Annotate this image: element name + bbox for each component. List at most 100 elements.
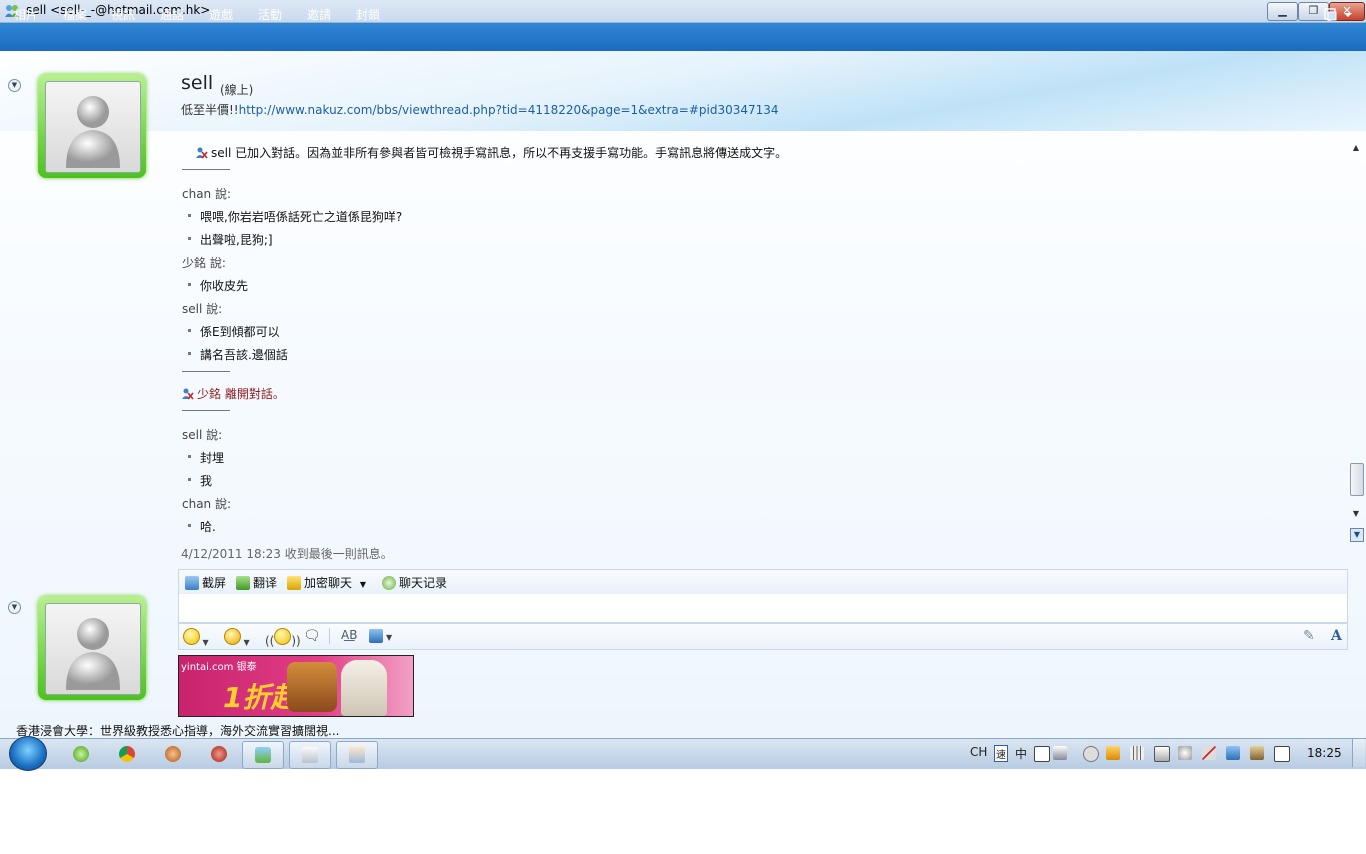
app-red-icon bbox=[211, 746, 227, 762]
taskbar-app-green[interactable] bbox=[61, 741, 101, 767]
menu-invite[interactable]: 邀請 bbox=[307, 6, 331, 23]
scroll-thumb[interactable] bbox=[1350, 463, 1364, 496]
wink-button[interactable]: ▼ bbox=[224, 628, 250, 649]
join-notice-text: sell 已加入對話。因為並非所有參與者皆可檢視手寫訊息，所以不再支援手寫功能。… bbox=[211, 146, 788, 160]
leave-notice: 少銘 離開對話。 bbox=[182, 385, 285, 402]
emoticon-button[interactable]: ▼ bbox=[183, 628, 209, 649]
speaker-label: sell 說: bbox=[182, 428, 223, 442]
format-toolbar: ▼ ▼ (()) 🗨 A͟B ▼ ✎ A bbox=[178, 623, 1348, 650]
chat-message: 哈. bbox=[200, 520, 216, 534]
background-button[interactable]: ▼ bbox=[369, 628, 392, 644]
menu-block[interactable]: 封鎖 bbox=[356, 6, 380, 23]
speaker-label: sell 說: bbox=[182, 302, 223, 316]
tray-security-icon[interactable] bbox=[1106, 746, 1120, 760]
menu-call[interactable]: 通話 bbox=[160, 6, 184, 23]
taskbar-window-2[interactable] bbox=[336, 741, 378, 769]
collapse-my-pic-button[interactable]: ▼ bbox=[8, 601, 21, 614]
last-message-timestamp: 4/12/2011 18:23 收到最後一則訊息。 bbox=[181, 547, 393, 561]
translate-icon bbox=[236, 576, 250, 590]
conversation-history[interactable]: sell 已加入對話。因為並非所有參與者皆可檢視手寫訊息，所以不再支援手寫功能。… bbox=[176, 140, 1348, 540]
device-icon[interactable] bbox=[1154, 746, 1170, 762]
network-signal-icon[interactable] bbox=[1130, 746, 1144, 760]
voice-clip-button[interactable]: 🗨 bbox=[303, 628, 321, 644]
app-green-icon bbox=[73, 746, 89, 762]
default-user-icon bbox=[66, 618, 120, 690]
emoticon-icon bbox=[183, 628, 200, 645]
tray-face-icon[interactable] bbox=[1083, 746, 1099, 762]
leave-notice-text: 離開對話。 bbox=[224, 387, 285, 401]
taskbar-clock[interactable]: 18:25 bbox=[1307, 746, 1342, 760]
nudge-button[interactable]: (()) bbox=[265, 628, 301, 648]
menu-games[interactable]: 遊戲 bbox=[209, 6, 233, 23]
screenshot-button[interactable]: 截屏 bbox=[185, 574, 226, 591]
network-error-icon[interactable] bbox=[1202, 746, 1216, 760]
menu-files[interactable]: 檔案 bbox=[63, 6, 87, 23]
my-avatar[interactable] bbox=[38, 596, 146, 700]
chat-message: 出聲啦,昆狗;] bbox=[200, 233, 273, 247]
message-toolbar: 截屏 翻译 加密聊天 ▼ 聊天记录 bbox=[178, 569, 1348, 595]
menu-video[interactable]: 視訊 bbox=[111, 6, 135, 23]
leave-notice-name: 少銘 bbox=[197, 387, 222, 401]
join-notice: sell 已加入對話。因為並非所有參與者皆可檢視手寫訊息，所以不再支援手寫功能。… bbox=[196, 144, 787, 161]
translate-button[interactable]: 翻译 bbox=[236, 574, 277, 591]
taskbar-messenger[interactable] bbox=[242, 741, 284, 769]
minimize-button[interactable]: ▁ bbox=[1267, 2, 1298, 21]
taskbar-app-red[interactable] bbox=[199, 741, 239, 767]
ime-speed-indicator[interactable]: 速 bbox=[994, 745, 1008, 762]
contact-status: (線上) bbox=[220, 83, 254, 97]
news-ticker-link[interactable]: 香港浸會大學：世界級教授悉心指導，海外交流實習擴闊視... bbox=[16, 722, 339, 739]
menu-activities[interactable]: 活動 bbox=[258, 6, 282, 23]
messenger-icon bbox=[255, 747, 271, 763]
chat-history-label: 聊天记录 bbox=[399, 576, 448, 590]
language-indicator[interactable]: CH bbox=[970, 745, 987, 759]
contact-avatar[interactable] bbox=[38, 74, 146, 178]
chrome-icon bbox=[119, 746, 135, 762]
menu-photos[interactable]: 相片 bbox=[14, 6, 38, 23]
chat-message: 封埋 bbox=[200, 451, 225, 465]
action-center-icon[interactable] bbox=[1274, 746, 1290, 762]
handwriting-button[interactable]: ✎ bbox=[1303, 628, 1315, 644]
window-icon bbox=[302, 747, 318, 763]
contact-name: sell bbox=[181, 72, 214, 94]
chat-message: 喂喂,你岩岩唔係話死亡之道係昆狗咩? bbox=[200, 210, 403, 224]
taskbar-window[interactable] bbox=[289, 741, 331, 769]
user-join-icon bbox=[196, 147, 208, 159]
chat-history-button[interactable]: 聊天记录 bbox=[382, 574, 447, 591]
translate-label: 翻译 bbox=[253, 576, 278, 590]
contact-personal-message: 低至半價!!http://www.nakuz.com/bbs/viewthrea… bbox=[181, 101, 779, 118]
font-button[interactable]: A bbox=[1331, 628, 1342, 644]
wink-icon bbox=[224, 628, 241, 645]
encrypt-chat-button[interactable]: 加密聊天 ▼ bbox=[287, 574, 366, 591]
message-bullet bbox=[188, 524, 191, 527]
scroll-down-arrow-icon[interactable]: ▼ bbox=[1349, 509, 1363, 521]
font-icon: A bbox=[1331, 628, 1342, 644]
options-menu-icon[interactable] bbox=[1322, 5, 1356, 23]
chat-message: 我 bbox=[200, 474, 213, 488]
show-desktop-button[interactable] bbox=[1352, 739, 1365, 767]
speaker-label: chan 說: bbox=[182, 497, 232, 511]
volume-icon[interactable] bbox=[1178, 746, 1192, 760]
divider bbox=[182, 371, 230, 372]
scroll-to-end-icon[interactable]: ▼ bbox=[1350, 528, 1364, 542]
screenshot-icon bbox=[185, 576, 199, 590]
message-bullet bbox=[188, 237, 191, 240]
ime-fullwidth-icon[interactable] bbox=[1034, 746, 1050, 762]
chat-message: 你收皮先 bbox=[200, 279, 249, 293]
taskbar-app-orange[interactable] bbox=[153, 741, 193, 767]
ime-settings-icon[interactable] bbox=[1053, 746, 1067, 760]
spell-check-icon: A͟B bbox=[341, 628, 358, 642]
start-button[interactable] bbox=[9, 736, 47, 771]
tray-app-icon[interactable] bbox=[1226, 746, 1240, 760]
personal-message-link[interactable]: http://www.nakuz.com/bbs/viewthread.php?… bbox=[239, 103, 779, 117]
advertisement-banner[interactable]: yintai.com 银泰 1折起 bbox=[178, 655, 414, 717]
collapse-contact-pic-button[interactable]: ▼ bbox=[8, 79, 21, 92]
personal-message-text: 低至半價!! bbox=[181, 103, 239, 117]
taskbar-chrome[interactable] bbox=[107, 741, 147, 767]
message-input[interactable] bbox=[178, 594, 1348, 623]
default-user-icon bbox=[66, 96, 120, 168]
scroll-up-arrow-icon[interactable]: ▲ bbox=[1349, 143, 1363, 155]
spell-check-button[interactable]: A͟B bbox=[341, 628, 357, 642]
divider bbox=[182, 410, 230, 411]
ime-mode-indicator[interactable]: 中 bbox=[1015, 745, 1027, 762]
tray-tool-icon[interactable] bbox=[1250, 746, 1264, 760]
